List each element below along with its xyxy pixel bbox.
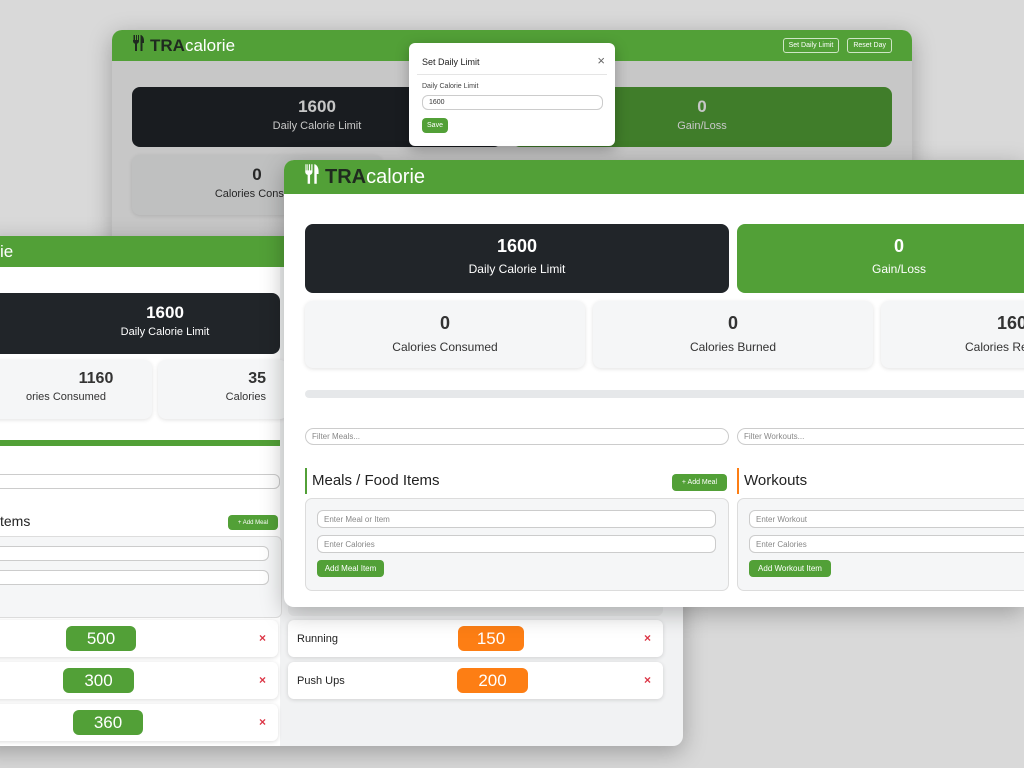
workout-name-input[interactable]: Enter Workout	[749, 510, 1024, 528]
burned-label: Calories	[225, 391, 266, 403]
logo-partial: ie	[0, 241, 14, 261]
workout-item: Push Ups 200 ×	[288, 662, 663, 699]
set-daily-limit-button[interactable]: Set Daily Limit	[782, 38, 840, 53]
logo-rest: calorie	[366, 165, 426, 188]
limit-label: Daily Calorie Limit	[120, 326, 210, 338]
meal-item: 360 ×	[0, 704, 278, 741]
add-meal-button[interactable]: + Add Meal	[672, 474, 727, 491]
consumed-card: 1160 ories Consumed	[0, 360, 152, 419]
limit-card: 1600 Daily Calorie Limit	[305, 224, 729, 293]
add-workout-item-button[interactable]: Add Workout Item	[749, 560, 831, 577]
meal-calories: 360	[73, 710, 143, 735]
save-button[interactable]: Save	[422, 118, 448, 133]
filter-workouts-input[interactable]: Filter Workouts...	[737, 428, 1024, 445]
remaining-label: Calories Re	[965, 340, 1024, 354]
burned-card: 35 Calories	[158, 360, 288, 419]
gain-label: Gain/Loss	[871, 262, 927, 276]
consumed-card: 0 Calories Consumed	[305, 301, 585, 368]
meal-calories-input[interactable]	[0, 570, 269, 585]
burned-card: 0 Calories Burned	[593, 301, 873, 368]
meal-item: 500 ×	[0, 620, 278, 657]
workout-form: Enter Workout Enter Calories Add Workout…	[737, 498, 1024, 591]
delete-icon[interactable]: ×	[259, 673, 266, 687]
workout-item: Running 150 ×	[288, 620, 663, 657]
meal-calories: 500	[66, 626, 136, 651]
daily-limit-input[interactable]: 1600	[422, 95, 603, 110]
burned-value: 0	[727, 313, 738, 333]
modal-title: Set Daily Limit	[422, 57, 480, 67]
workout-calories: 150	[458, 626, 524, 651]
logo-rest: calorie	[184, 35, 236, 55]
gain-card: 0 Gain/Loss	[737, 224, 1024, 293]
calorie-progress-bar	[305, 390, 1024, 398]
limit-value: 1600	[496, 236, 538, 256]
fork-knife-icon	[304, 164, 321, 190]
workout-calories: 200	[457, 668, 528, 693]
meal-form: Enter Meal or Item Enter Calories Add Me…	[305, 498, 729, 591]
delete-icon[interactable]: ×	[644, 673, 651, 687]
meal-calories-input[interactable]: Enter Calories	[317, 535, 716, 553]
close-icon[interactable]: ×	[597, 53, 605, 68]
add-meal-item-button[interactable]: Add Meal Item	[317, 560, 384, 577]
consumed-value: 0	[439, 313, 450, 333]
remaining-value: 160	[997, 313, 1024, 333]
logo: TRA calorie	[132, 35, 235, 56]
remaining-card: 160 Calories Re	[881, 301, 1024, 368]
limit-label: Daily Calorie Limit	[468, 262, 566, 276]
logo-bold: TRA	[325, 165, 367, 188]
consumed-value: 1160	[78, 370, 114, 387]
set-limit-modal: Set Daily Limit × Daily Calorie Limit 16…	[409, 43, 615, 146]
meal-form	[0, 536, 282, 618]
section-title: tems	[0, 513, 31, 529]
add-meal-button[interactable]: + Add Meal	[228, 515, 278, 530]
navbar: TRA calorie	[284, 160, 1024, 194]
limit-value: 1600	[146, 303, 184, 322]
filter-meals-input[interactable]: Filter Meals...	[305, 428, 729, 445]
logo: TRA calorie	[304, 164, 425, 190]
delete-icon[interactable]: ×	[259, 631, 266, 645]
fork-knife-icon	[132, 35, 146, 56]
meal-calories: 300	[63, 668, 134, 693]
delete-icon[interactable]: ×	[259, 715, 266, 729]
filter-meals-input[interactable]	[0, 474, 280, 489]
limit-card: 1600 Daily Calorie Limit	[0, 293, 280, 354]
gain-value: 0	[893, 236, 904, 256]
delete-icon[interactable]: ×	[644, 631, 651, 645]
burned-value: 35	[248, 370, 266, 387]
workout-name: Running	[297, 632, 338, 645]
workouts-title: Workouts	[737, 468, 807, 494]
consumed-label: Calories Consumed	[392, 340, 498, 354]
workout-name: Push Ups	[297, 674, 345, 687]
modal-field-label: Daily Calorie Limit	[422, 83, 479, 90]
workout-calories-input[interactable]: Enter Calories	[749, 535, 1024, 553]
progress-bar	[0, 440, 280, 446]
consumed-label: ories Consumed	[25, 391, 107, 403]
meal-input[interactable]	[0, 546, 269, 561]
meals-title: Meals / Food Items	[305, 468, 440, 494]
meal-name-input[interactable]: Enter Meal or Item	[317, 510, 716, 528]
front-window: TRA calorie 1600 Daily Calorie Limit 0 Ga…	[284, 160, 1024, 607]
meal-item: 300 ×	[0, 662, 278, 699]
burned-label: Calories Burned	[689, 340, 777, 354]
logo-bold: TRA	[150, 35, 185, 55]
reset-day-button[interactable]: Reset Day	[847, 38, 892, 53]
